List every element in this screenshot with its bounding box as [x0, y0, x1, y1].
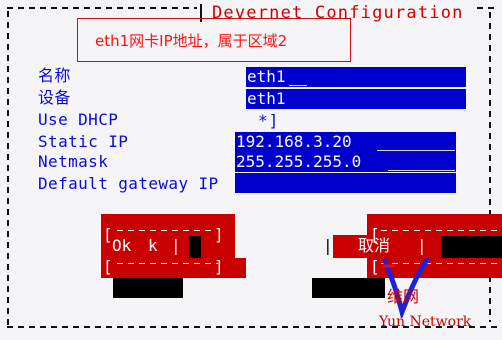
- installer-screen: Devernet Configuration eth1网卡IP地址，属于区域2 …: [0, 0, 502, 340]
- watermark-cn-text: 维网: [387, 287, 420, 306]
- use-dhcp-label: Use DHCP: [38, 110, 119, 129]
- ok-button-top-dash: [117, 230, 215, 231]
- use-dhcp-checkmark: *]: [258, 111, 280, 130]
- static-ip-field[interactable]: 192.168.3.20: [235, 132, 456, 152]
- ok-button-label-k: k: [148, 236, 158, 255]
- use-dhcp-checkbox[interactable]: *]: [258, 111, 284, 131]
- default-gateway-label: Default gateway IP: [38, 174, 219, 193]
- cancel-button-right-shadow: [441, 236, 502, 258]
- netmask-field[interactable]: 255.255.255.0: [235, 152, 456, 172]
- device-label: 设备: [38, 88, 71, 107]
- default-gateway-field[interactable]: [235, 173, 456, 193]
- watermark-en-text: Yun Network: [379, 314, 472, 330]
- name-field[interactable]: eth1: [246, 67, 466, 87]
- ok-button-label: Ok: [112, 236, 132, 256]
- cancel-button-top-dash: [381, 230, 502, 231]
- ok-button-right-shadow: [189, 236, 201, 258]
- ok-button-right-bracket: ]: [214, 225, 224, 244]
- cancel-button-shadow-top: [367, 214, 502, 235]
- cancel-button-bottom-left-bracket: [: [370, 257, 380, 276]
- name-field-underline: [289, 85, 307, 86]
- ok-button-bottom-left-bracket: [: [103, 257, 113, 276]
- ok-button-separator: |: [171, 236, 181, 255]
- name-label: 名称: [38, 66, 71, 85]
- ok-button-bottom-dash: [117, 263, 218, 264]
- netmask-underline: [388, 170, 455, 171]
- netmask-label: Netmask: [38, 152, 109, 171]
- static-ip-label: Static IP: [38, 132, 129, 151]
- ok-button-bottom: [101, 258, 246, 278]
- ok-button-drop-shadow: [113, 278, 183, 298]
- cancel-button-label: 取消: [358, 236, 391, 255]
- annotation-callout: eth1网卡IP地址，属于区域2: [77, 18, 351, 62]
- left-border: [7, 11, 9, 329]
- static-ip-underline: [377, 150, 455, 151]
- ok-button-bottom-right-bracket: ]: [214, 257, 224, 276]
- device-field[interactable]: eth1: [246, 89, 466, 109]
- cancel-button-left-separator: |: [323, 236, 333, 255]
- cancel-button-right-separator: |: [417, 236, 427, 255]
- cancel-button-drop-shadow: [312, 278, 385, 298]
- top-border-left: [7, 7, 197, 9]
